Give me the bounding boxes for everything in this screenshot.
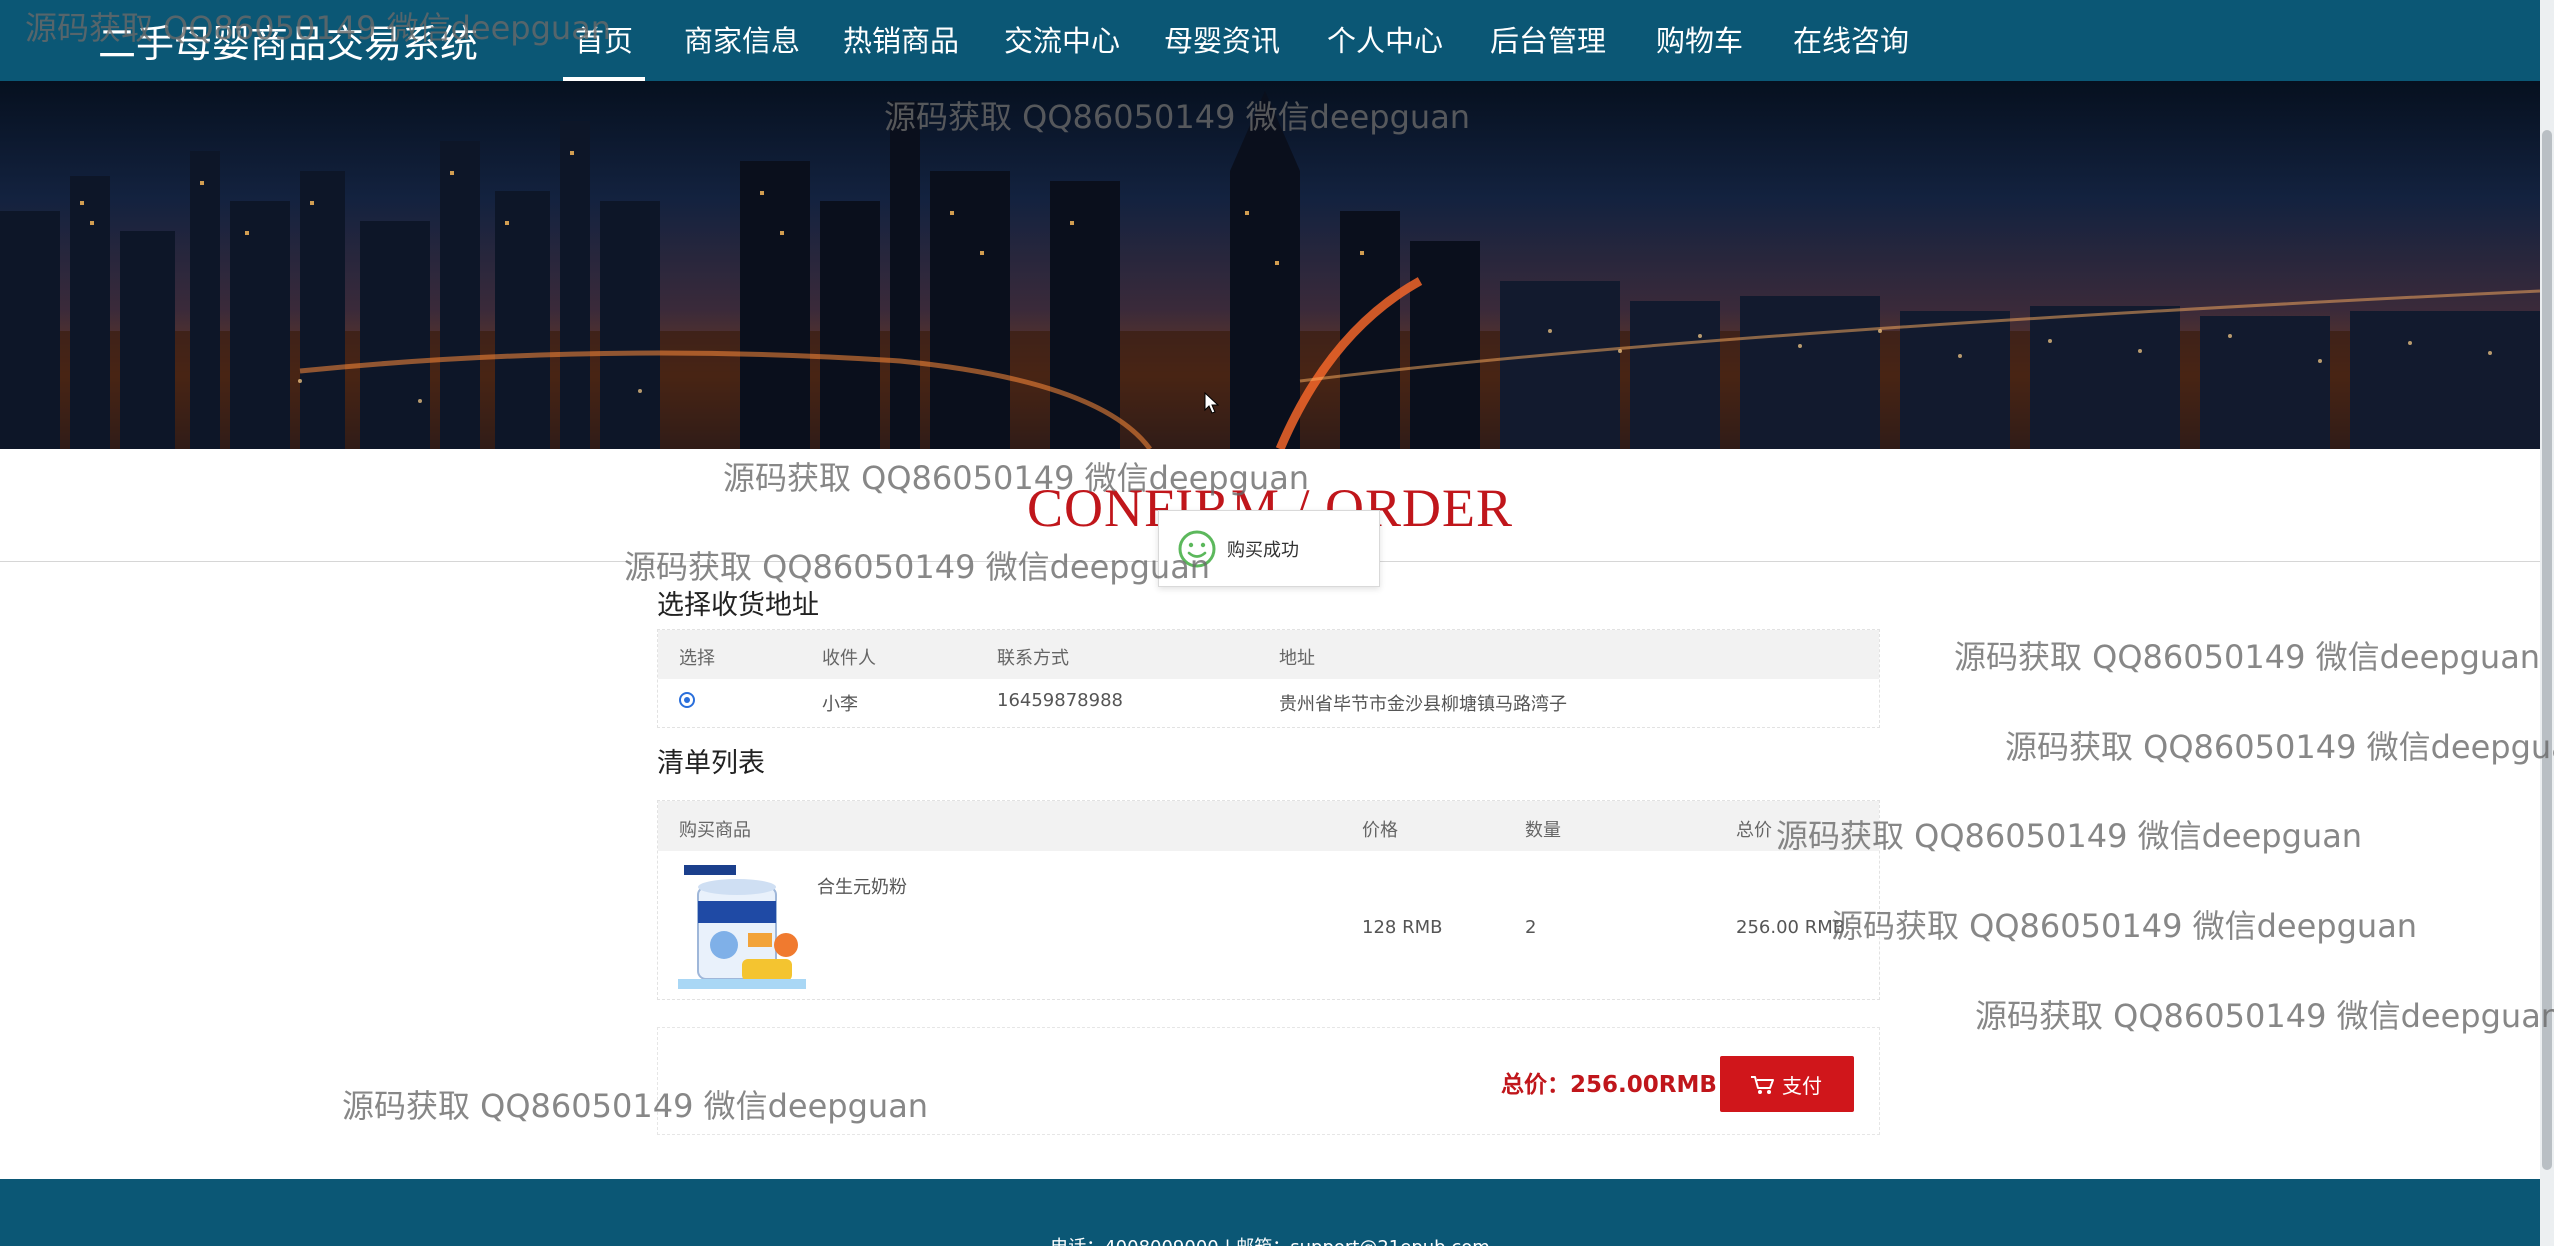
page-scrollbar[interactable] <box>2540 0 2554 1246</box>
order-summary: 总价：256.00RMB 支付 <box>657 1027 1880 1135</box>
watermark: 源码获取 QQ86050149 微信deepguan <box>1831 907 2418 945</box>
header-quantity: 数量 <box>1525 820 1561 841</box>
header-select: 选择 <box>679 648 715 669</box>
address-radio[interactable] <box>679 692 695 708</box>
watermark: 源码获取 QQ86050149 微信deepguan <box>1954 638 2541 676</box>
toast-message: 购买成功 <box>1227 540 1299 561</box>
banner-image <box>0 81 2540 449</box>
nav-item-cart[interactable]: 购物车 <box>1656 18 1743 81</box>
items-table: 购买商品 价格 数量 总价 合生元奶粉 128 RMB 2 256.00 RMB <box>657 800 1880 1000</box>
page-footer: 电话：4008009000 | 邮箱：support@21epub.com <box>0 1179 2540 1258</box>
items-section-title: 清单列表 <box>657 748 765 779</box>
top-navbar: 二手母婴商品交易系统 首页 商家信息 热销商品 交流中心 母婴资讯 个人中心 后… <box>0 0 2540 81</box>
nav-item-hot-products[interactable]: 热销商品 <box>843 18 959 81</box>
pay-button[interactable]: 支付 <box>1720 1056 1854 1112</box>
footer-contact: 电话：4008009000 | 邮箱：support@21epub.com <box>1050 1237 1490 1258</box>
address-table: 选择 收件人 联系方式 地址 小李 16459878988 贵州省毕节市金沙县柳… <box>657 629 1880 728</box>
nav-item-forum[interactable]: 交流中心 <box>1004 18 1120 81</box>
watermark: 源码获取 QQ86050149 微信deepguan <box>624 548 1211 586</box>
mouse-cursor-icon <box>1204 392 1220 414</box>
header-contact: 联系方式 <box>997 648 1069 669</box>
success-toast: 购买成功 <box>1158 510 1380 587</box>
nav-item-admin[interactable]: 后台管理 <box>1490 18 1606 81</box>
header-product: 购买商品 <box>679 820 751 841</box>
product-quantity: 2 <box>1525 917 1537 938</box>
header-price: 价格 <box>1362 820 1398 841</box>
smiley-icon <box>1178 530 1216 568</box>
contact-phone: 16459878988 <box>997 690 1123 711</box>
header-total: 总价 <box>1736 820 1772 841</box>
watermark: 源码获取 QQ86050149 微信deepguan <box>1975 997 2554 1035</box>
site-title[interactable]: 二手母婴商品交易系统 <box>98 13 478 68</box>
header-recipient: 收件人 <box>822 648 876 669</box>
product-price: 128 RMB <box>1362 917 1443 938</box>
recipient-name: 小李 <box>822 694 858 715</box>
watermark: 源码获取 QQ86050149 微信deepguan <box>2005 728 2554 766</box>
total-price: 总价：256.00RMB <box>1501 1072 1717 1098</box>
items-table-header: 购买商品 价格 数量 总价 <box>658 801 1879 851</box>
scrollbar-thumb[interactable] <box>2542 130 2552 1170</box>
nav-item-merchants[interactable]: 商家信息 <box>684 18 800 81</box>
milk-powder-product-image[interactable] <box>678 861 806 989</box>
nav-item-news[interactable]: 母婴资讯 <box>1164 18 1280 81</box>
address-section-title: 选择收货地址 <box>657 590 819 621</box>
shipping-address: 贵州省毕节市金沙县柳塘镇马路湾子 <box>1279 694 1567 715</box>
nav-item-consult[interactable]: 在线咨询 <box>1793 18 1909 81</box>
product-name[interactable]: 合生元奶粉 <box>817 873 907 899</box>
pay-button-label: 支付 <box>1782 1074 1822 1098</box>
nav-item-profile[interactable]: 个人中心 <box>1327 18 1443 81</box>
city-night-skyline-icon <box>0 91 2540 449</box>
cart-icon <box>1751 1076 1774 1094</box>
address-table-header: 选择 收件人 联系方式 地址 <box>658 630 1879 679</box>
product-total: 256.00 RMB <box>1736 917 1846 938</box>
header-address: 地址 <box>1279 648 1315 669</box>
nav-item-home[interactable]: 首页 <box>562 18 646 81</box>
